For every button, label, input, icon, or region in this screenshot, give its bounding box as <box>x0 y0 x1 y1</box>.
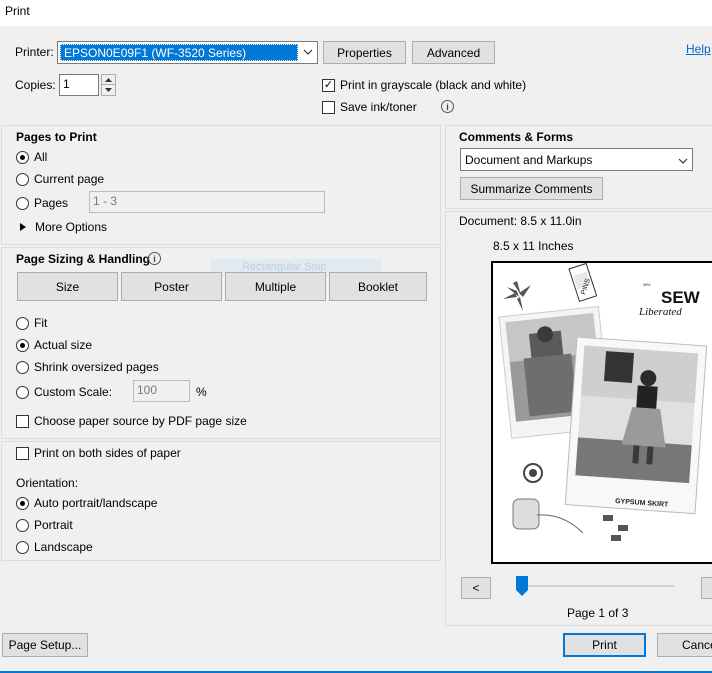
cancel-button[interactable]: Cancel <box>657 633 712 657</box>
page-sizing-panel: Page Sizing & Handling i Rectangular Sni… <box>1 247 441 439</box>
comments-forms-title: Comments & Forms <box>459 130 574 144</box>
grayscale-checkbox[interactable]: ✓ <box>322 78 335 92</box>
auto-orientation-option[interactable]: Auto portrait/landscape <box>16 496 157 510</box>
portrait-option[interactable]: Portrait <box>16 518 73 532</box>
paper-size-label: 8.5 x 11 Inches <box>493 239 574 253</box>
size-button[interactable]: Size <box>17 272 118 301</box>
copies-label: Copies: <box>15 78 56 92</box>
printer-select[interactable]: EPSON0E09F1 (WF-3520 Series) <box>57 41 318 64</box>
pages-current-radio[interactable] <box>16 172 29 186</box>
pages-to-print-title: Pages to Print <box>16 130 97 144</box>
shrink-option[interactable]: Shrink oversized pages <box>16 360 159 374</box>
page-slider-track[interactable] <box>520 585 674 587</box>
more-options-label: More Options <box>35 220 108 234</box>
shrink-label: Shrink oversized pages <box>34 360 159 374</box>
page-setup-button[interactable]: Page Setup... <box>2 633 88 657</box>
pages-range-option[interactable]: Pages <box>16 196 68 210</box>
custom-scale-option[interactable]: Custom Scale: <box>16 385 112 399</box>
brand-sew-text: SEW <box>661 288 701 307</box>
booklet-button[interactable]: Booklet <box>329 272 427 301</box>
properties-button[interactable]: Properties <box>323 41 406 64</box>
pages-all-option[interactable]: All <box>16 150 47 164</box>
more-options-toggle[interactable]: More Options <box>20 220 107 234</box>
duplex-option[interactable]: Print on both sides of paper <box>16 446 181 460</box>
copies-input[interactable]: 1 <box>59 74 99 96</box>
pages-range-input[interactable]: 1 - 3 <box>89 191 325 213</box>
save-ink-checkbox[interactable] <box>322 100 335 114</box>
shrink-radio[interactable] <box>16 360 29 374</box>
page-indicator: Page 1 of 3 <box>567 606 629 620</box>
page-slider-thumb[interactable] <box>516 576 528 596</box>
custom-scale-radio[interactable] <box>16 385 29 399</box>
paper-source-option[interactable]: Choose paper source by PDF page size <box>16 414 247 428</box>
page-preview-artwork: PINS sew SEW Liberated GYPSUM SKIRT <box>498 263 708 541</box>
stepper-down-icon[interactable] <box>102 85 115 95</box>
printer-label: Printer: <box>15 45 54 59</box>
advanced-button[interactable]: Advanced <box>412 41 495 64</box>
landscape-option[interactable]: Landscape <box>16 540 93 554</box>
save-ink-label: Save ink/toner <box>340 100 417 114</box>
fit-radio[interactable] <box>16 316 29 330</box>
page-sizing-title: Page Sizing & Handling <box>16 252 151 266</box>
next-page-button[interactable] <box>701 577 712 599</box>
brand-small-text: sew <box>643 283 651 288</box>
actual-size-label: Actual size <box>34 338 93 352</box>
landscape-radio[interactable] <box>16 540 29 554</box>
landscape-label: Landscape <box>34 540 93 554</box>
comments-forms-panel: Comments & Forms Document and Markups Su… <box>445 125 712 209</box>
print-button[interactable]: Print <box>563 633 646 657</box>
printer-selected-value: EPSON0E09F1 (WF-3520 Series) <box>60 44 298 61</box>
grayscale-label: Print in grayscale (black and white) <box>340 78 527 92</box>
page-preview: PINS sew SEW Liberated GYPSUM SKIRT <box>491 261 712 564</box>
help-link[interactable]: Help <box>686 42 711 56</box>
fit-option[interactable]: Fit <box>16 316 47 330</box>
orientation-panel: Print on both sides of paper Orientation… <box>1 441 441 561</box>
fit-label: Fit <box>34 316 48 330</box>
save-ink-option[interactable]: Save ink/toner <box>322 100 417 114</box>
pages-all-label: All <box>34 150 48 164</box>
auto-orientation-label: Auto portrait/landscape <box>34 496 158 510</box>
duplex-checkbox[interactable] <box>16 446 29 460</box>
page-sizing-info-icon[interactable]: i <box>148 252 161 265</box>
comments-select[interactable]: Document and Markups <box>460 148 693 171</box>
document-size-label: Document: 8.5 x 11.0in <box>459 214 582 228</box>
comments-selected-value: Document and Markups <box>465 152 593 167</box>
chevron-down-icon <box>302 47 314 58</box>
portrait-label: Portrait <box>34 518 73 532</box>
actual-size-option[interactable]: Actual size <box>16 338 92 352</box>
save-ink-info-icon[interactable]: i <box>441 100 454 113</box>
duplex-label: Print on both sides of paper <box>34 446 181 460</box>
copies-stepper[interactable] <box>101 74 116 96</box>
window-title: Print <box>5 4 30 18</box>
custom-scale-input[interactable]: 100 <box>133 380 190 402</box>
title-bar: Print <box>0 0 712 26</box>
brand-liberated-text: Liberated <box>638 306 682 318</box>
grayscale-option[interactable]: ✓ Print in grayscale (black and white) <box>322 78 526 92</box>
pages-to-print-panel: Pages to Print All Current page Pages 1 … <box>1 125 441 245</box>
pages-range-radio[interactable] <box>16 196 29 210</box>
portrait-radio[interactable] <box>16 518 29 532</box>
expand-triangle-icon <box>20 220 26 234</box>
pages-all-radio[interactable] <box>16 150 29 164</box>
paper-source-checkbox[interactable] <box>16 414 29 428</box>
multiple-button[interactable]: Multiple <box>225 272 326 301</box>
stepper-up-icon[interactable] <box>102 75 115 85</box>
actual-size-radio[interactable] <box>16 338 29 352</box>
preview-panel: Document: 8.5 x 11.0in 8.5 x 11 Inches P… <box>445 211 712 626</box>
pages-range-label: Pages <box>34 196 69 210</box>
summarize-comments-button[interactable]: Summarize Comments <box>460 177 603 200</box>
poster-button[interactable]: Poster <box>121 272 222 301</box>
paper-source-label: Choose paper source by PDF page size <box>34 414 247 428</box>
orientation-label: Orientation: <box>16 476 79 490</box>
pages-current-option[interactable]: Current page <box>16 172 104 186</box>
auto-orientation-radio[interactable] <box>16 496 29 510</box>
pages-current-label: Current page <box>34 172 105 186</box>
chevron-down-icon <box>678 153 688 167</box>
prev-page-button[interactable]: < <box>461 577 491 599</box>
percent-label: % <box>196 385 207 399</box>
custom-scale-label: Custom Scale: <box>34 385 113 399</box>
